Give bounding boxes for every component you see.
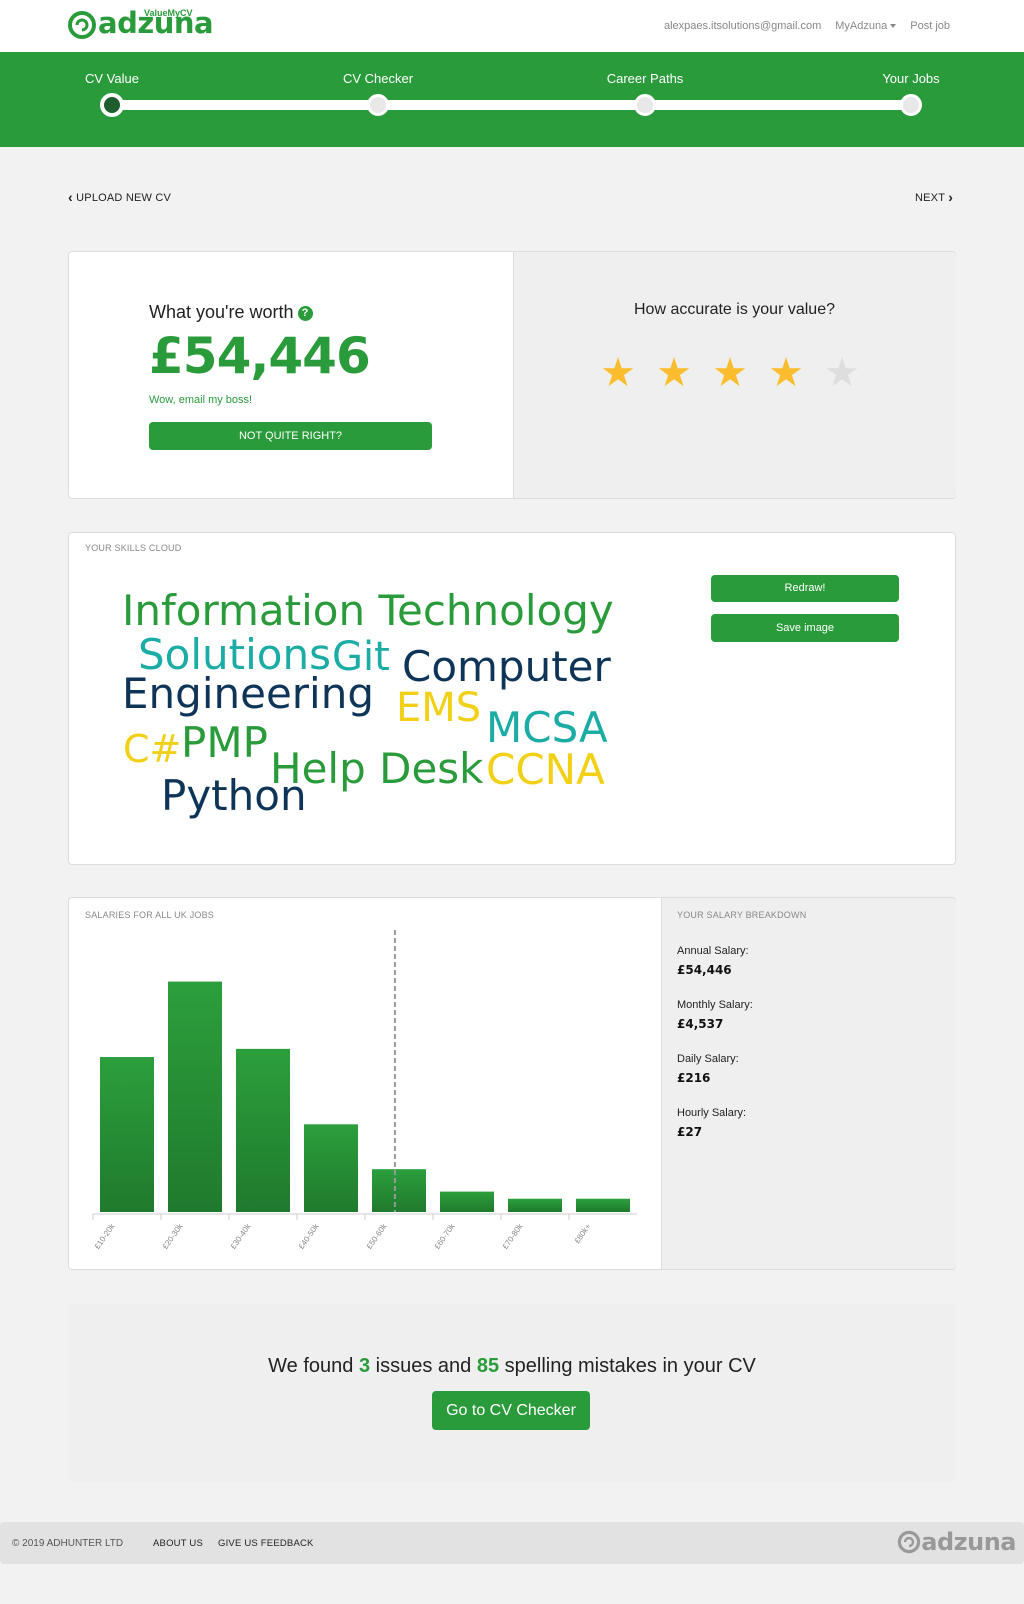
- issues-count: 3: [358, 1355, 371, 1377]
- salary-bar: [372, 1169, 426, 1212]
- step-label-your-jobs[interactable]: Your Jobs: [882, 71, 939, 86]
- x-tick-label: £10-20k: [93, 1221, 118, 1250]
- user-email[interactable]: alexpaes.itsolutions@gmail.com: [664, 20, 821, 32]
- post-job-link[interactable]: Post job: [910, 20, 950, 32]
- go-to-cv-checker-button[interactable]: Go to CV Checker: [432, 1391, 590, 1430]
- skill-engineering: Engineering: [122, 669, 374, 718]
- worth-title: What you're worth?: [149, 302, 313, 323]
- x-tick-label: £20-30k: [161, 1221, 186, 1250]
- myadzuna-label: MyAdzuna: [835, 20, 888, 32]
- checker-post: spelling mistakes in your CV: [504, 1355, 756, 1377]
- copyright: © 2019 ADHUNTER LTD: [12, 1538, 124, 1549]
- x-tick-label: £30-40k: [229, 1221, 254, 1250]
- annual-salary-label: Annual Salary:: [677, 945, 749, 957]
- skill-information-technology: Information Technology: [122, 586, 614, 635]
- top-links: alexpaes.itsolutions@gmail.com MyAdzuna …: [664, 20, 950, 32]
- skill-csharp: C#: [123, 727, 182, 771]
- monthly-salary-value: £4,537: [677, 1017, 724, 1031]
- step-dot-your-jobs[interactable]: [900, 94, 922, 116]
- annual-salary-value: £54,446: [677, 963, 732, 977]
- next-link[interactable]: NEXT ›: [915, 189, 953, 205]
- star-icon[interactable]: ★: [600, 353, 636, 393]
- salary-bar: [304, 1124, 358, 1212]
- step-progress: CV Value CV Checker Career Paths Your Jo…: [0, 52, 1024, 147]
- redraw-button[interactable]: Redraw!: [711, 575, 899, 602]
- chevron-right-icon: ›: [948, 189, 954, 205]
- hourly-salary-value: £27: [677, 1125, 703, 1139]
- skill-computer: Computer: [402, 642, 611, 691]
- worth-title-text: What you're worth: [149, 302, 294, 322]
- daily-salary-value: £216: [677, 1071, 711, 1085]
- skills-label: YOUR SKILLS CLOUD: [85, 543, 182, 553]
- star-icon[interactable]: ★: [712, 353, 748, 393]
- next-label: NEXT: [915, 192, 945, 204]
- breakdown-label: YOUR SALARY BREAKDOWN: [677, 910, 807, 920]
- salary-bar: [576, 1198, 630, 1212]
- checker-mid: issues and: [375, 1355, 472, 1377]
- worth-value: £54,446: [149, 327, 371, 385]
- monthly-salary-label: Monthly Salary:: [677, 999, 753, 1011]
- mistakes-count: 85: [476, 1355, 500, 1377]
- star-icon[interactable]: ★: [656, 353, 692, 393]
- step-dot-career-paths[interactable]: [634, 94, 656, 116]
- skill-pmp: PMP: [181, 718, 268, 767]
- upload-new-cv-label: UPLOAD NEW CV: [76, 192, 172, 204]
- help-icon[interactable]: ?: [297, 306, 313, 321]
- salary-chart: £10-20k £20-30k £30-40k £40-50k £50-60k £60-7…: [92, 930, 637, 1250]
- checker-pre: We found: [268, 1355, 354, 1377]
- myadzuna-menu[interactable]: MyAdzuna: [835, 20, 897, 32]
- feedback-link[interactable]: GIVE US FEEDBACK: [218, 1538, 314, 1549]
- hourly-salary-label: Hourly Salary:: [677, 1107, 747, 1119]
- step-label-cv-checker[interactable]: CV Checker: [343, 71, 413, 86]
- daily-salary-label: Daily Salary:: [677, 1053, 739, 1065]
- x-tick-label: £80k+: [573, 1222, 593, 1245]
- salary-bar: [168, 981, 222, 1212]
- accuracy-title: How accurate is your value?: [634, 301, 835, 318]
- salaries-label: SALARIES FOR ALL UK JOBS: [85, 910, 215, 920]
- about-us-link[interactable]: ABOUT US: [153, 1538, 203, 1549]
- skill-mcsa: MCSA: [486, 703, 608, 752]
- salary-bar: [508, 1198, 562, 1212]
- star-icon[interactable]: ★: [768, 353, 804, 393]
- step-dot-cv-value[interactable]: [101, 94, 123, 116]
- star-icon[interactable]: ★: [824, 353, 860, 393]
- x-tick-label: £50-60k: [365, 1221, 390, 1250]
- checker-summary: We found 3 issues and 85 spelling mistak…: [0, 1355, 1024, 1378]
- chevron-left-icon: ‹: [68, 189, 73, 205]
- step-label-cv-value[interactable]: CV Value: [85, 71, 139, 86]
- worth-subtitle: Wow, email my boss!: [149, 394, 253, 406]
- salary-bar: [100, 1057, 154, 1212]
- save-image-button[interactable]: Save image: [711, 614, 899, 642]
- footer-logo[interactable]: adzuna: [897, 1528, 1016, 1556]
- skill-python: Python: [161, 771, 307, 820]
- step-dot-cv-checker[interactable]: [367, 94, 389, 116]
- x-tick-label: £60-70k: [433, 1221, 458, 1250]
- adzuna-logo-icon[interactable]: [67, 10, 97, 40]
- x-tick-label: £70-80k: [501, 1221, 526, 1250]
- footer-brand: adzuna: [921, 1528, 1016, 1556]
- salary-bar: [440, 1191, 494, 1212]
- step-label-career-paths[interactable]: Career Paths: [607, 71, 684, 86]
- brand-tag: ValueMyCV: [144, 8, 193, 18]
- salary-bar: [236, 1048, 290, 1212]
- adzuna-logo-icon: [898, 1530, 921, 1554]
- footer: © 2019 ADHUNTER LTD ABOUT US GIVE US FEE…: [0, 1522, 1024, 1564]
- rating-stars: ★ ★ ★ ★ ★: [600, 353, 860, 393]
- upload-new-cv-link[interactable]: ‹ UPLOAD NEW CV: [68, 189, 171, 205]
- skill-ems: EMS: [396, 685, 482, 731]
- skill-ccna: CCNA: [486, 745, 605, 794]
- caret-down-icon: [890, 24, 897, 29]
- x-tick-label: £40-50k: [297, 1221, 322, 1250]
- progress-track: [112, 100, 912, 110]
- top-bar: adzuna ValueMyCV alexpaes.itsolutions@gm…: [0, 0, 1024, 52]
- not-quite-right-button[interactable]: NOT QUITE RIGHT?: [149, 422, 432, 450]
